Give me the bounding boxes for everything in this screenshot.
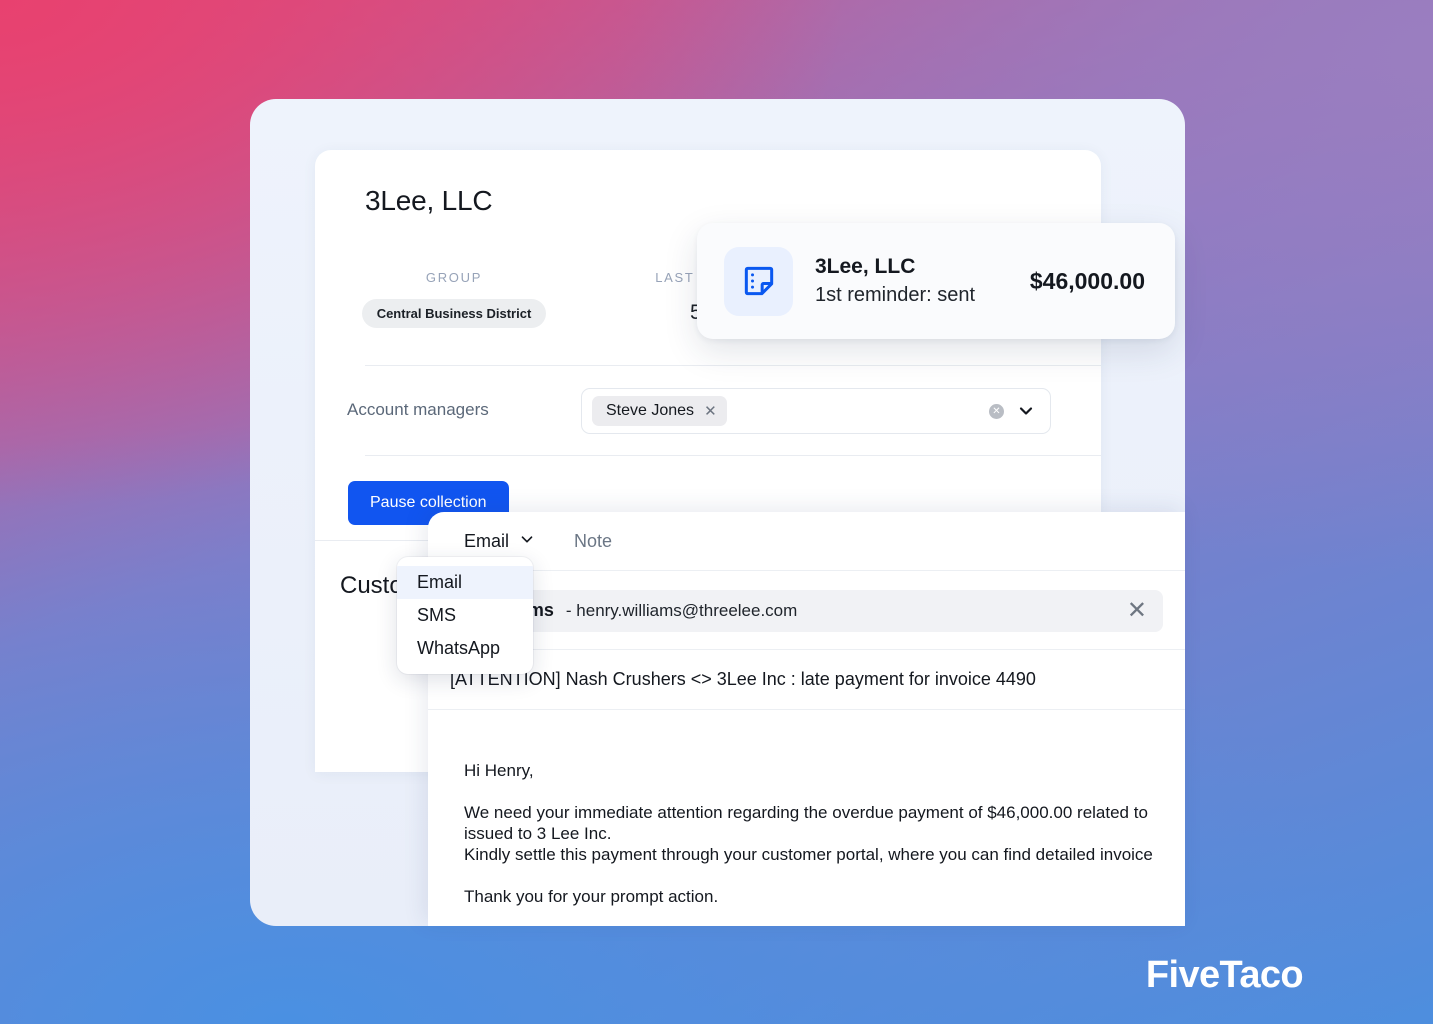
chevron-down-icon[interactable]: [1016, 401, 1036, 421]
message-composer-panel: Email Note y Williams - henry.williams@t…: [428, 512, 1185, 926]
recipient-chip[interactable]: y Williams - henry.williams@threelee.com…: [450, 589, 1163, 632]
recipient-separator: -: [565, 600, 572, 620]
recipient-email-address: henry.williams@threelee.com: [576, 600, 798, 620]
menu-item-email[interactable]: Email: [397, 566, 533, 599]
brand-logo: FiveTaco: [1145, 954, 1304, 996]
toast-amount: $46,000.00: [1029, 267, 1145, 294]
account-manager-chip[interactable]: Steve Jones ✕: [592, 396, 727, 426]
composer-tabs: Email Note: [428, 512, 1185, 571]
account-managers-select[interactable]: Steve Jones ✕ ✕: [581, 388, 1051, 434]
tab-note[interactable]: Note: [574, 531, 612, 552]
recipient-row: y Williams - henry.williams@threelee.com…: [428, 572, 1185, 650]
chevron-down-icon[interactable]: [518, 530, 536, 553]
chip-remove-icon[interactable]: ✕: [704, 402, 717, 420]
clear-selection-icon[interactable]: ✕: [989, 403, 1004, 419]
meta-group: GROUP Central Business District: [315, 270, 593, 328]
subject-input[interactable]: [ATTENTION] Nash Crushers <> 3Lee Inc : …: [450, 669, 1036, 690]
account-manager-chip-label: Steve Jones: [606, 402, 695, 419]
divider-managers: [365, 455, 1101, 456]
toast-title: 3Lee, LLC: [815, 255, 916, 278]
subject-row[interactable]: [ATTENTION] Nash Crushers <> 3Lee Inc : …: [428, 650, 1185, 710]
menu-item-sms[interactable]: SMS: [397, 599, 533, 632]
toast-text-group: 3Lee, LLC 1st reminder: sent: [815, 255, 975, 307]
channel-dropdown-menu: Email SMS WhatsApp: [397, 557, 533, 674]
remove-recipient-icon[interactable]: ✕: [1127, 596, 1147, 625]
tab-email[interactable]: Email: [464, 530, 536, 553]
group-badge: Central Business District: [361, 299, 547, 328]
divider-meta: [365, 365, 1101, 366]
note-document-icon: [724, 246, 793, 316]
reminder-toast-card[interactable]: 3Lee, LLC 1st reminder: sent $46,000.00: [697, 223, 1175, 339]
toast-status: 1st reminder: sent: [815, 284, 976, 306]
tab-note-label: Note: [574, 530, 613, 551]
menu-item-whatsapp[interactable]: WhatsApp: [397, 632, 533, 665]
page-title: 3Lee, LLC: [365, 185, 493, 216]
message-body[interactable]: Hi Henry, We need your immediate attenti…: [428, 712, 1185, 926]
tab-email-label: Email: [464, 530, 510, 551]
customer-section-title: Custo: [340, 572, 403, 599]
recipient-email: - henry.williams@threelee.com: [566, 601, 797, 621]
account-managers-label: Account managers: [347, 400, 489, 419]
meta-group-label: GROUP: [425, 270, 483, 285]
